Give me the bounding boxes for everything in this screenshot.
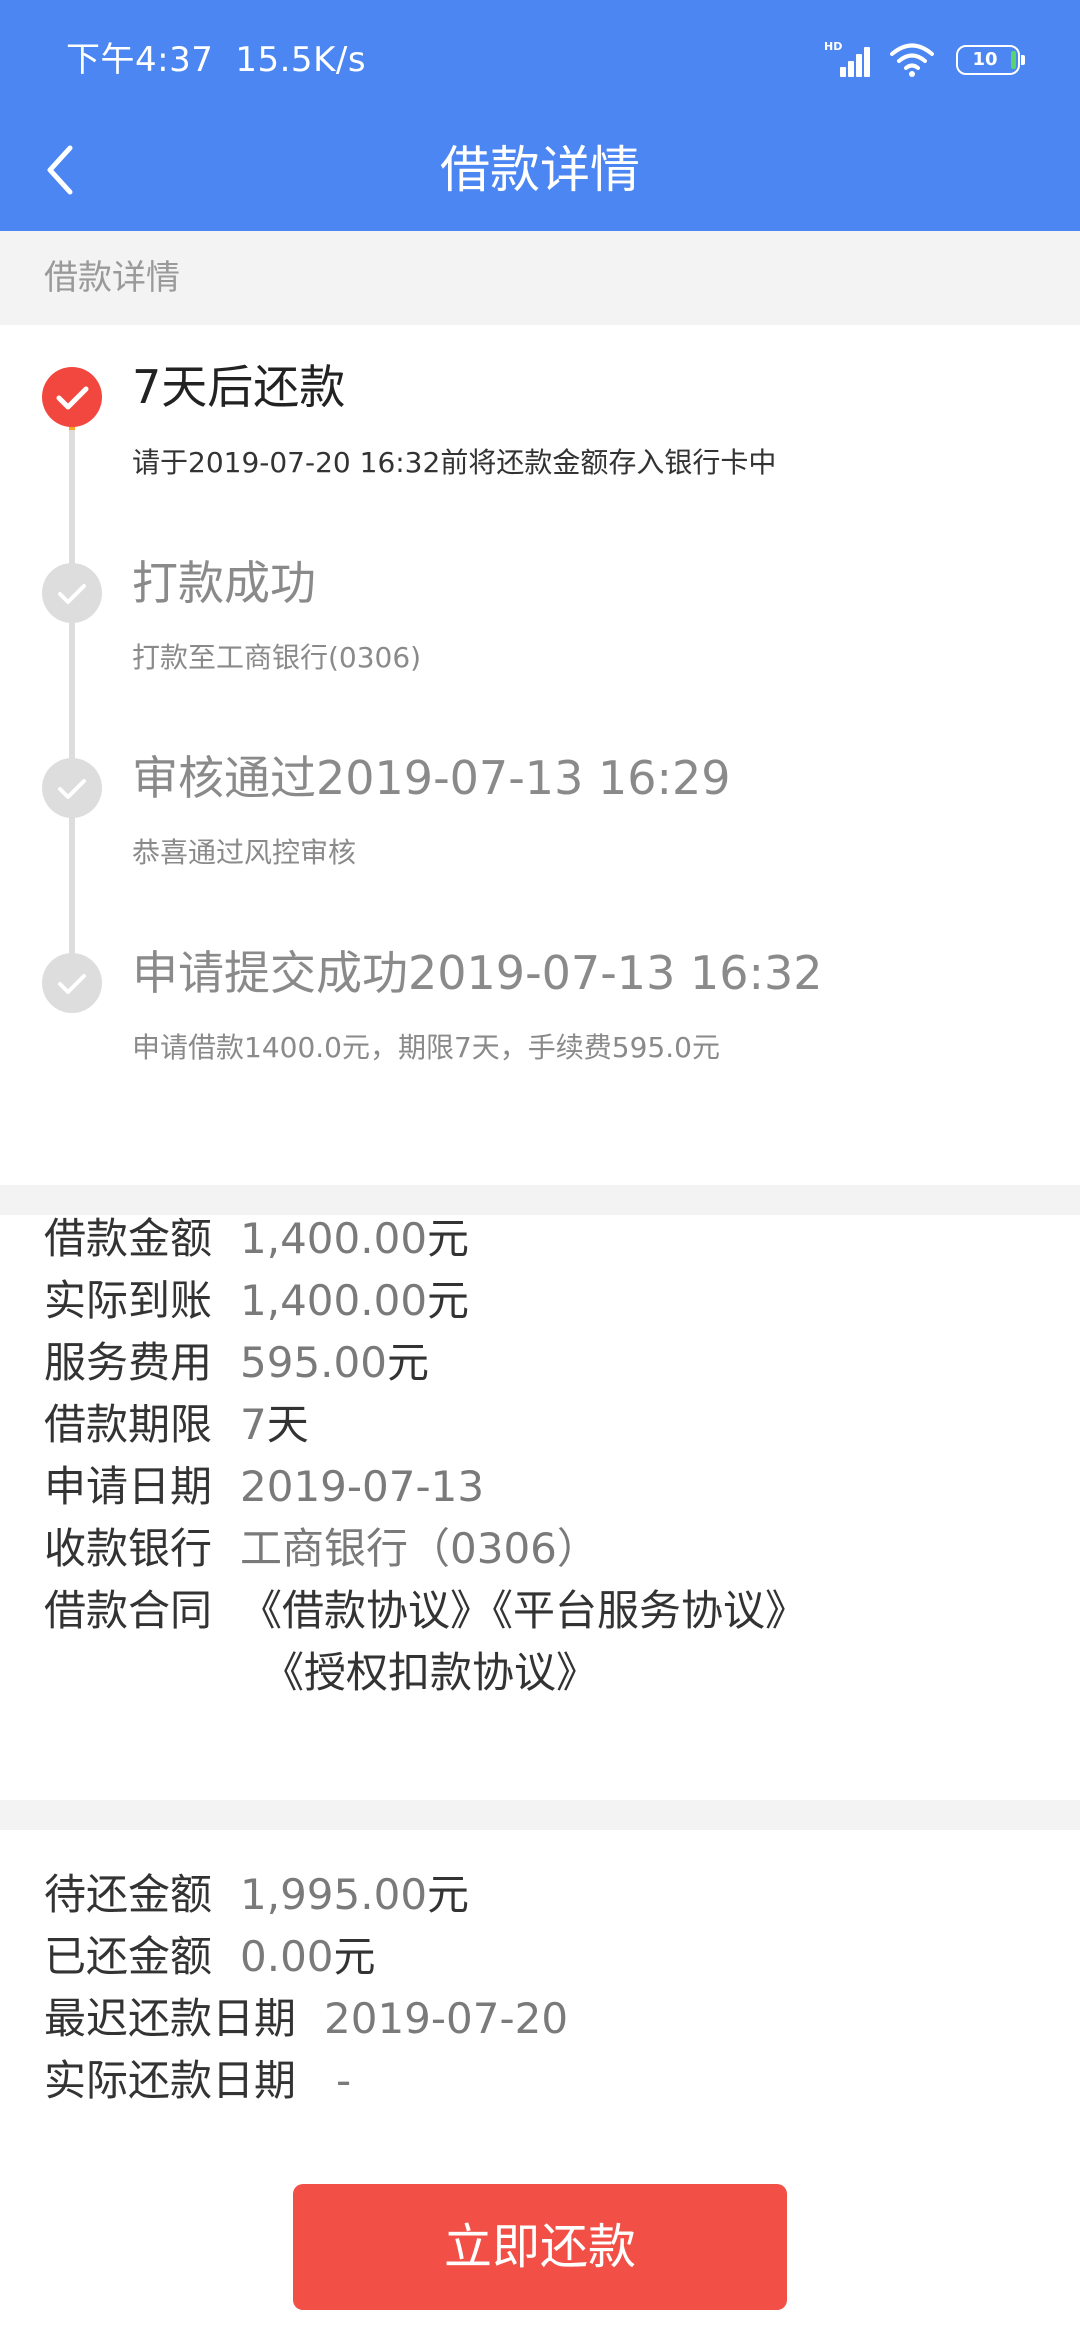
- check-icon: [58, 779, 86, 799]
- timeline-dot: [42, 758, 102, 818]
- info-label: 借款合同: [44, 1586, 213, 1635]
- info-value: 7: [240, 1400, 267, 1449]
- signal-icon: HD: [824, 41, 870, 77]
- info-value: 2019-07-20: [324, 1994, 569, 2043]
- info-row-term: 借款期限 7天: [44, 1394, 309, 1456]
- top-bar: 下午4:37 15.5K/s HD 10 借款详情: [0, 0, 1080, 231]
- info-value: 2019-07-13: [240, 1462, 485, 1511]
- info-row-paid: 已还金额 0.00元: [44, 1926, 376, 1988]
- info-row-contract-cont: 《授权扣款协议》: [262, 1642, 598, 1704]
- info-label: 实际还款日期: [44, 2056, 297, 2105]
- info-row-bank: 收款银行 工商银行（0306）: [44, 1518, 599, 1580]
- info-row-actual-date: 实际还款日期 -: [44, 2050, 351, 2112]
- timeline-step-desc: 申请借款1400.0元，期限7天，手续费595.0元: [132, 1031, 720, 1064]
- check-icon: [56, 386, 89, 410]
- contract-links-line1[interactable]: 《借款协议》《平台服务协议》: [240, 1580, 807, 1642]
- info-label: 借款期限: [44, 1400, 213, 1449]
- status-bar-time: 下午4:37 15.5K/s: [66, 36, 366, 84]
- battery-icon: 10: [956, 45, 1025, 75]
- info-row-fee: 服务费用 595.00元: [44, 1332, 429, 1394]
- section-title: 借款详情: [44, 258, 180, 298]
- timeline-dot: [42, 953, 102, 1013]
- timeline-step-title: 打款成功: [132, 556, 316, 610]
- clock: 下午4:37: [66, 40, 214, 80]
- contract-link-authorization[interactable]: 《授权扣款协议》: [262, 1648, 598, 1697]
- repay-now-button[interactable]: 立即还款: [293, 2184, 787, 2310]
- info-value: 1,400.00: [240, 1276, 428, 1325]
- info-value: 595.00: [240, 1338, 387, 1387]
- check-icon: [58, 584, 86, 604]
- check-icon: [58, 974, 86, 994]
- timeline-step-title: 审核通过2019-07-13 16:29: [132, 751, 731, 805]
- timeline-step-desc: 打款至工商银行(0306): [132, 641, 422, 674]
- info-row-received: 实际到账 1,400.00元: [44, 1270, 469, 1332]
- info-row-date: 申请日期 2019-07-13: [44, 1456, 484, 1518]
- timeline-dot: [42, 563, 102, 623]
- info-label: 申请日期: [44, 1462, 213, 1511]
- timeline-step-desc: 请于2019-07-20 16:32前将还款金额存入银行卡中: [132, 446, 777, 479]
- info-label: 待还金额: [44, 1870, 213, 1919]
- info-value: 1,400.00: [240, 1214, 428, 1263]
- info-label: 收款银行: [44, 1524, 213, 1573]
- info-label: 借款金额: [44, 1214, 213, 1263]
- info-row-amount: 借款金额 1,400.00元: [44, 1208, 469, 1270]
- info-label: 最迟还款日期: [44, 1994, 297, 2043]
- info-value: 工商银行（0306）: [240, 1524, 599, 1573]
- info-row-contract: 借款合同 《借款协议》《平台服务协议》: [44, 1580, 807, 1642]
- info-label: 已还金额: [44, 1932, 213, 1981]
- status-icons: HD 10: [824, 40, 1025, 80]
- loan-timeline: 7天后还款 请于2019-07-20 16:32前将还款金额存入银行卡中 打款成…: [0, 325, 1080, 1185]
- info-label: 服务费用: [44, 1338, 213, 1387]
- info-value: 0.00: [240, 1932, 334, 1981]
- timeline-line: [69, 430, 75, 978]
- timeline-step-title: 7天后还款: [132, 360, 346, 414]
- info-label: 实际到账: [44, 1276, 213, 1325]
- section-header: 借款详情: [0, 231, 1080, 325]
- timeline-step-title: 申请提交成功2019-07-13 16:32: [132, 946, 823, 1000]
- timeline-dot-active: [42, 367, 102, 427]
- info-value: -: [336, 2056, 352, 2105]
- info-value: 1,995.00: [240, 1870, 428, 1919]
- wifi-icon: [890, 43, 934, 77]
- info-row-latest-date: 最迟还款日期 2019-07-20: [44, 1988, 568, 2050]
- page-title: 借款详情: [440, 141, 640, 199]
- timeline-step-desc: 恭喜通过风控审核: [132, 836, 357, 869]
- info-row-pending: 待还金额 1,995.00元: [44, 1864, 469, 1926]
- section-divider: [0, 1800, 1080, 1830]
- network-speed: 15.5K/s: [235, 40, 367, 80]
